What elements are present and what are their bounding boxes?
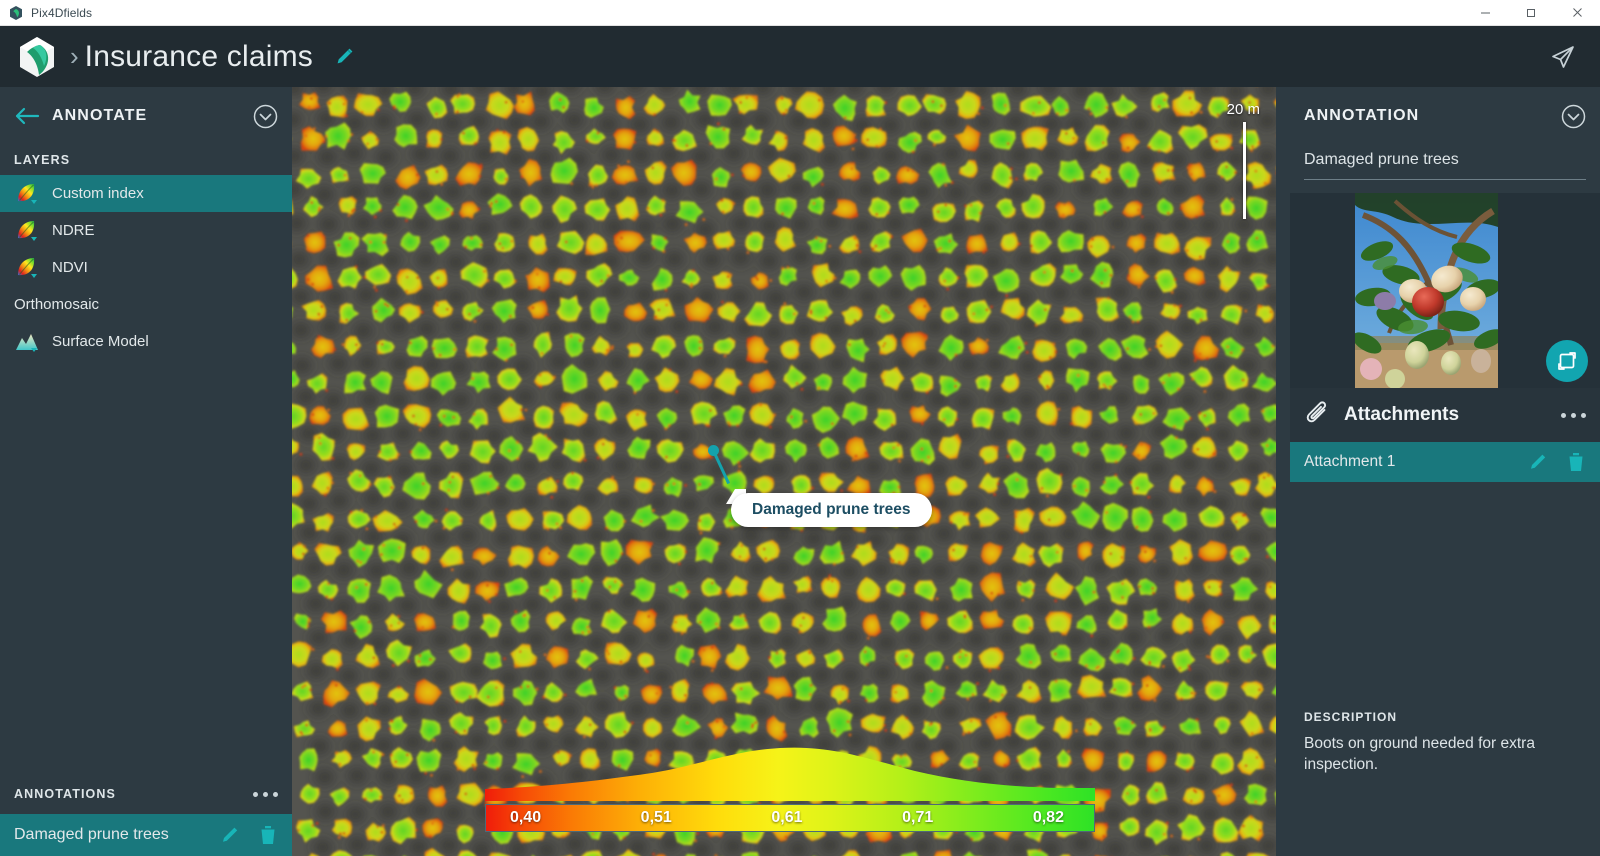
sidebar-header: ANNOTATE <box>0 87 292 145</box>
arrow-left-icon[interactable] <box>14 107 40 125</box>
trash-icon[interactable] <box>258 824 278 846</box>
map-scale-bar: 20 m <box>1227 101 1260 219</box>
marker-label[interactable]: Damaged prune trees <box>731 493 932 527</box>
description-label: DESCRIPTION <box>1304 710 1398 725</box>
annotations-section-label: ANNOTATIONS <box>14 787 116 801</box>
pencil-icon[interactable] <box>333 46 355 68</box>
pix4d-cube-logo[interactable] <box>14 34 60 80</box>
sidebar-item-custom-index[interactable]: Custom index <box>0 175 292 212</box>
attachments-header: Attachments <box>1290 388 1600 442</box>
description-block: DESCRIPTION Boots on ground needed for e… <box>1290 710 1600 856</box>
plum-tree-photo[interactable] <box>1355 193 1498 388</box>
index-legend: 0,40 0,51 0,61 0,71 0,82 <box>485 741 1095 832</box>
list-item[interactable]: Damaged prune trees <box>0 814 292 856</box>
sidebar-item-label: Custom index <box>52 185 144 202</box>
chevron-down-circle-icon[interactable] <box>253 104 278 129</box>
annotation-name-field[interactable]: Damaged prune trees <box>1290 145 1600 180</box>
annotations-section-header: ANNOTATIONS <box>0 774 292 814</box>
row-actions <box>1527 451 1586 473</box>
annotation-name: Damaged prune trees <box>14 826 169 843</box>
trash-icon[interactable] <box>1566 451 1586 473</box>
leaf-index-icon <box>14 181 44 207</box>
window-title-bar: Pix4Dfields <box>0 0 1600 26</box>
sidebar-item-label: NDRE <box>52 222 95 239</box>
leaf-index-icon <box>14 218 44 244</box>
pencil-icon[interactable] <box>1527 452 1548 473</box>
scale-label: 20 m <box>1226 101 1260 118</box>
chevron-down-circle-icon[interactable] <box>1561 104 1586 129</box>
legend-tick: 0,61 <box>771 809 803 826</box>
minimize-button[interactable] <box>1462 0 1508 26</box>
more-options-icon[interactable] <box>253 791 278 797</box>
leaf-index-icon <box>14 255 44 281</box>
description-text[interactable]: Boots on ground needed for extra inspect… <box>1304 734 1586 776</box>
maximize-button[interactable] <box>1508 0 1554 26</box>
attachment-preview-area <box>1290 193 1600 388</box>
app-header: › Insurance claims <box>0 26 1600 87</box>
page-title: Insurance claims <box>84 39 313 73</box>
paperclip-icon <box>1304 401 1332 429</box>
attachments-title: Attachments <box>1344 404 1460 425</box>
legend-tick: 0,82 <box>1032 809 1064 826</box>
histogram-curve <box>485 741 1095 801</box>
row-actions <box>219 824 278 846</box>
app-title-text: Pix4Dfields <box>31 5 93 20</box>
legend-tick: 0,71 <box>902 809 934 826</box>
list-item[interactable]: Attachment 1 <box>1290 442 1600 482</box>
right-panel-spacer <box>1290 482 1600 710</box>
sidebar-item-surface-model[interactable]: Surface Model <box>0 323 292 360</box>
sidebar-item-orthomosaic[interactable]: Orthomosaic <box>0 286 292 323</box>
pix4d-leaf-cube-icon <box>8 5 24 21</box>
pencil-icon[interactable] <box>219 825 240 846</box>
send-paper-plane-icon[interactable] <box>1548 42 1578 72</box>
legend-tick: 0,40 <box>509 809 542 826</box>
sidebar-item-ndre[interactable]: NDRE <box>0 212 292 249</box>
sidebar-item-ndvi[interactable]: NDVI <box>0 249 292 286</box>
annotation-name-value: Damaged prune trees <box>1304 151 1586 180</box>
legend-tick: 0,51 <box>640 809 672 826</box>
expand-fullscreen-icon[interactable] <box>1546 340 1588 382</box>
window-controls <box>1462 0 1600 26</box>
map-pin-dot-icon[interactable] <box>708 445 719 456</box>
annotation-panel: ANNOTATION Damaged prune trees Attachmen… <box>1290 87 1600 856</box>
attachment-name: Attachment 1 <box>1304 453 1396 470</box>
color-ramp: 0,40 0,51 0,61 0,71 0,82 <box>485 804 1095 832</box>
annotation-panel-title: ANNOTATION <box>1304 107 1420 124</box>
map-canvas[interactable]: 20 m Damaged prune trees 0,40 0,51 0,61 … <box>292 87 1276 856</box>
sidebar-item-label: Surface Model <box>52 333 149 350</box>
annotate-sidebar: ANNOTATE LAYERS Custom index NDRE NDVI O… <box>0 87 292 856</box>
more-options-icon[interactable] <box>1561 412 1586 418</box>
surface-model-icon <box>14 329 44 355</box>
layers-section-label: LAYERS <box>14 153 71 167</box>
annotation-panel-header: ANNOTATION <box>1290 87 1600 145</box>
breadcrumb-separator: › <box>70 41 79 71</box>
sidebar-title: ANNOTATE <box>52 107 148 124</box>
sidebar-item-label: NDVI <box>52 259 88 276</box>
close-button[interactable] <box>1554 0 1600 26</box>
scale-bar-line <box>1243 122 1246 219</box>
sidebar-item-label: Orthomosaic <box>14 296 100 313</box>
